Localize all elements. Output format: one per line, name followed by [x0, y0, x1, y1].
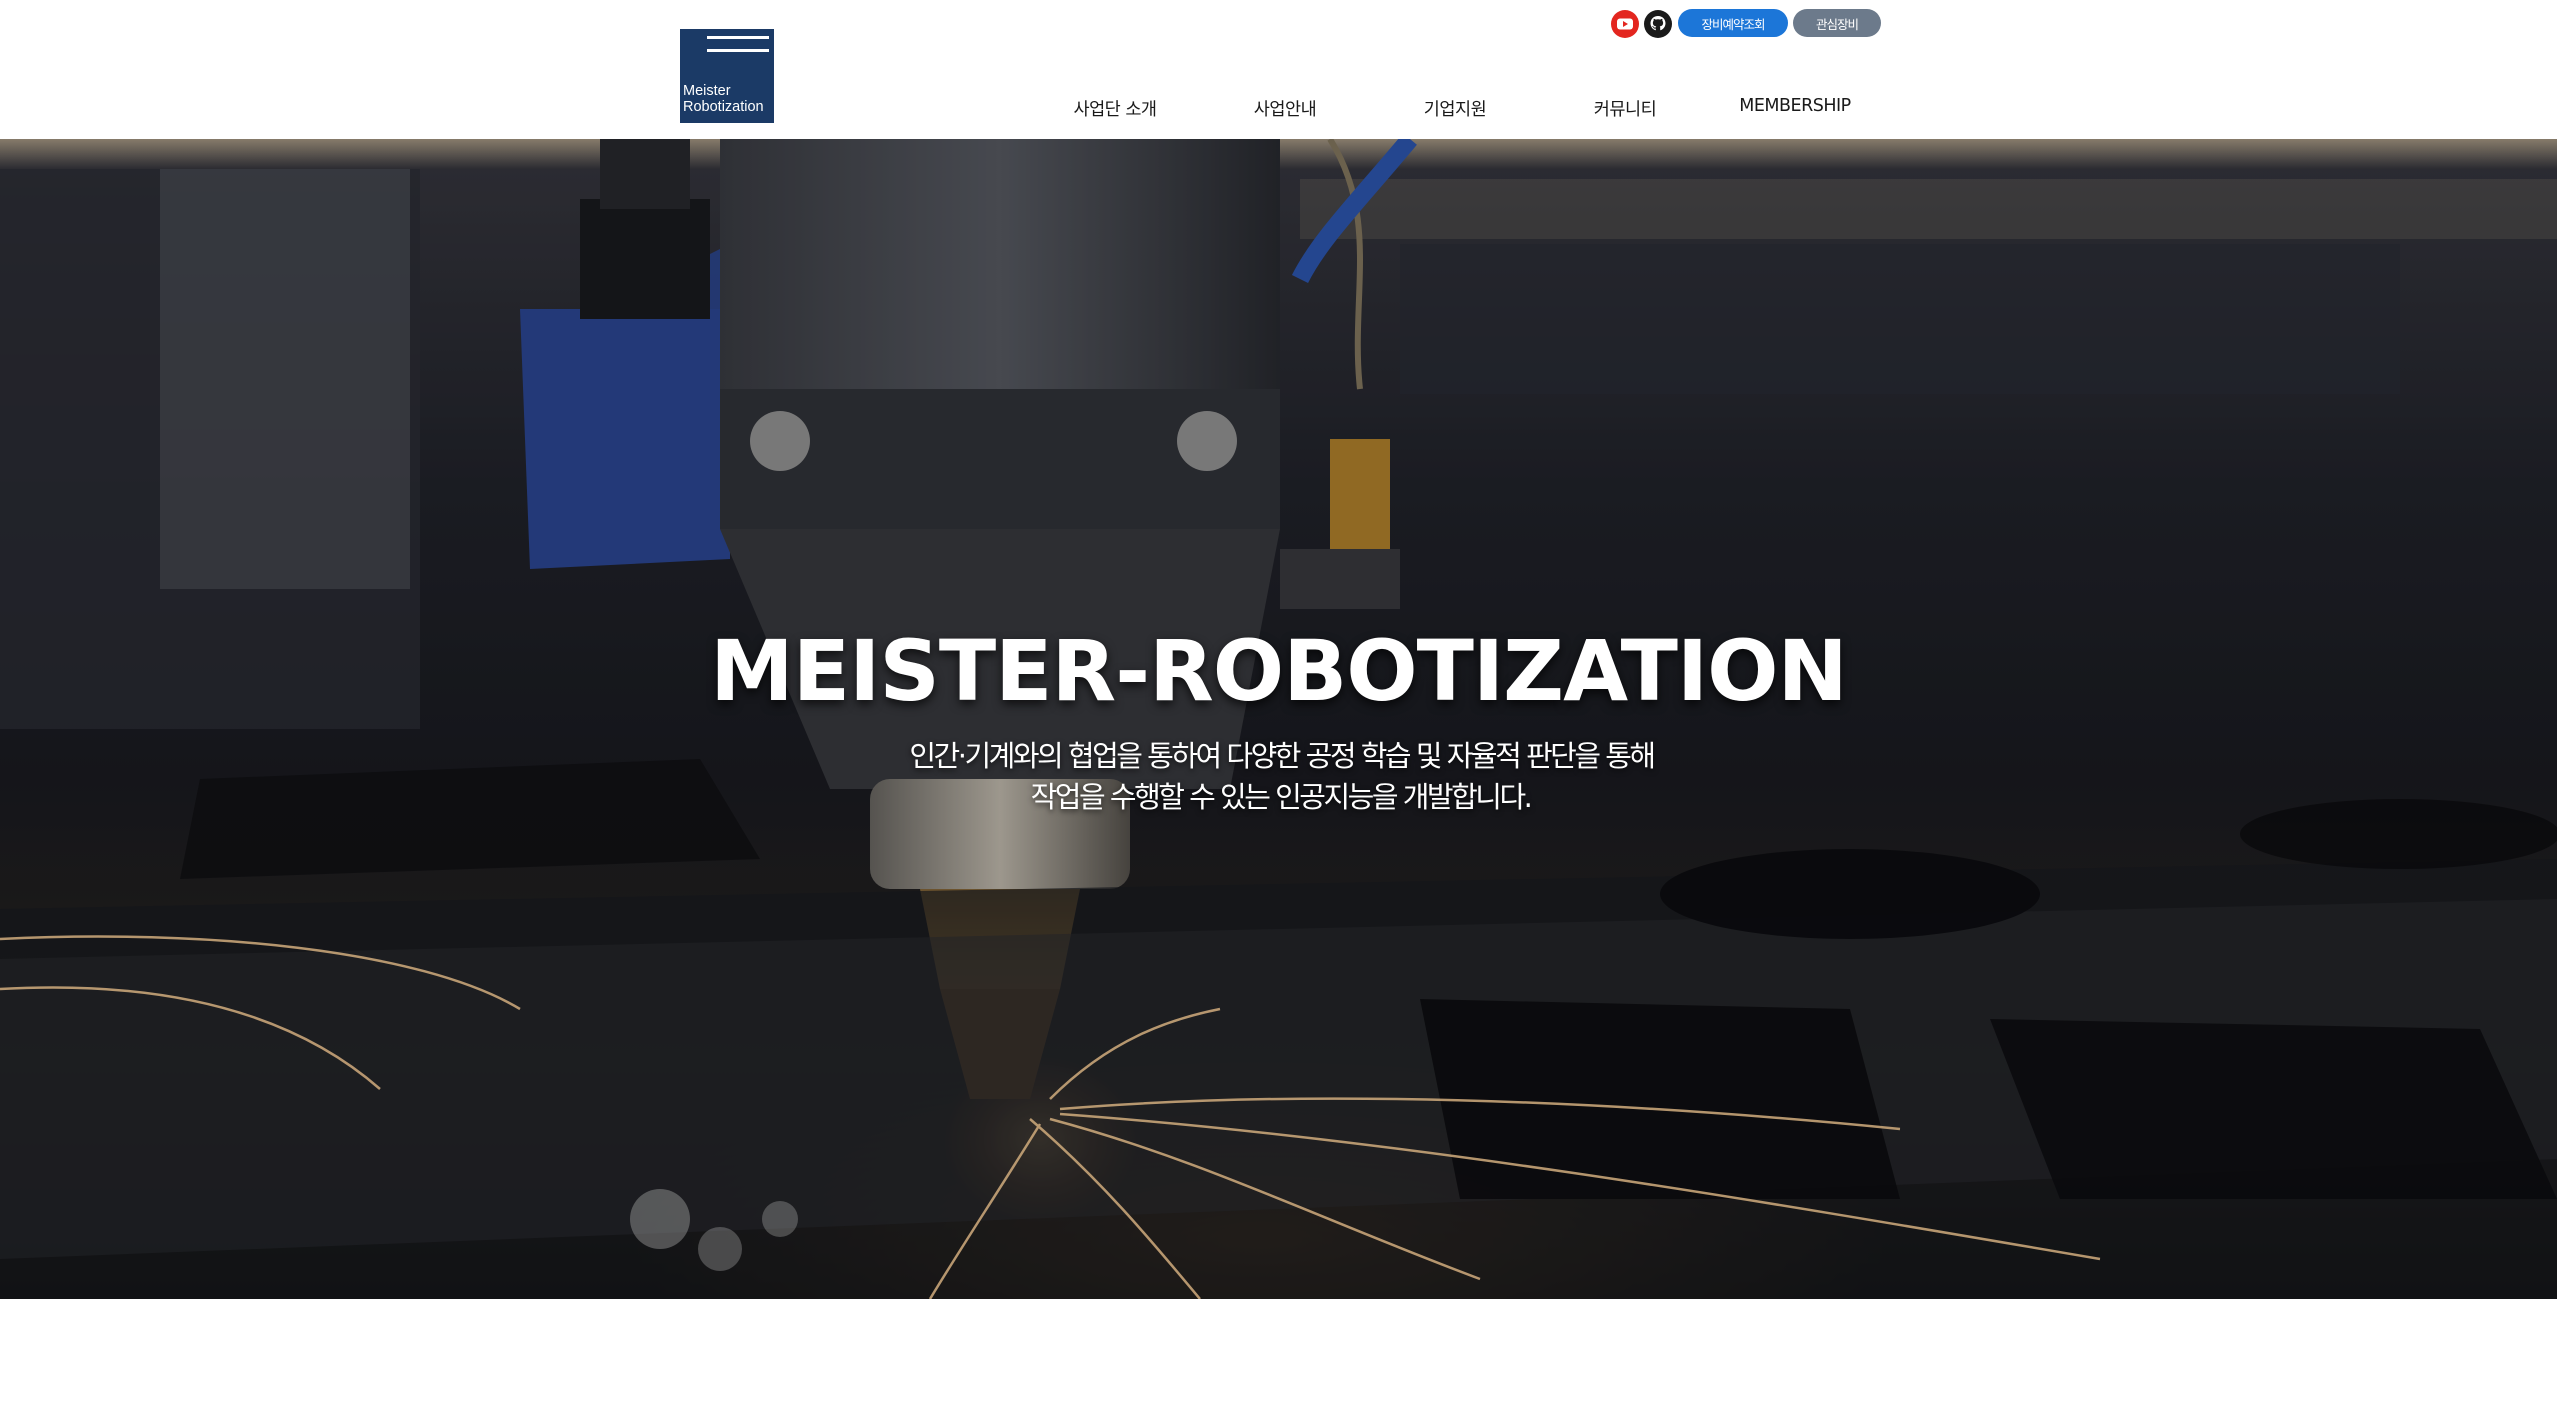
site-header: Meister Robotization 장비예약조회 관심장비 사업단 소개 … — [0, 0, 2557, 139]
nav-item-business[interactable]: 사업안내 — [1254, 96, 1317, 121]
nav-item-support[interactable]: 기업지원 — [1424, 96, 1487, 121]
hero-title: MEISTER-ROBOTIZATION — [710, 622, 1848, 720]
github-icon[interactable] — [1643, 9, 1673, 39]
logo-text-line1: Meister — [683, 83, 731, 99]
logo-text-line2: Robotization — [683, 99, 764, 115]
hero-banner: MEISTER-ROBOTIZATION 인간·기계와의 협업을 통하여 다양한… — [0, 139, 2557, 1299]
logo-stripe — [707, 49, 769, 52]
youtube-icon[interactable] — [1610, 9, 1640, 39]
hero-subtitle-line1: 인간·기계와의 협업을 통하여 다양한 공정 학습 및 자율적 판단을 통해 — [909, 739, 1656, 773]
hero-subtitle-line2: 작업을 수행할 수 있는 인공지능을 개발합니다. — [1030, 780, 1533, 814]
site-logo[interactable]: Meister Robotization — [680, 29, 774, 123]
nav-item-community[interactable]: 커뮤니티 — [1594, 96, 1657, 121]
equipment-reservation-button[interactable]: 장비예약조회 — [1678, 9, 1788, 37]
interested-equipment-button[interactable]: 관심장비 — [1793, 9, 1881, 37]
nav-item-about[interactable]: 사업단 소개 — [1073, 96, 1157, 121]
logo-stripe — [707, 36, 769, 39]
nav-item-membership[interactable]: MEMBERSHIP — [1739, 96, 1851, 116]
